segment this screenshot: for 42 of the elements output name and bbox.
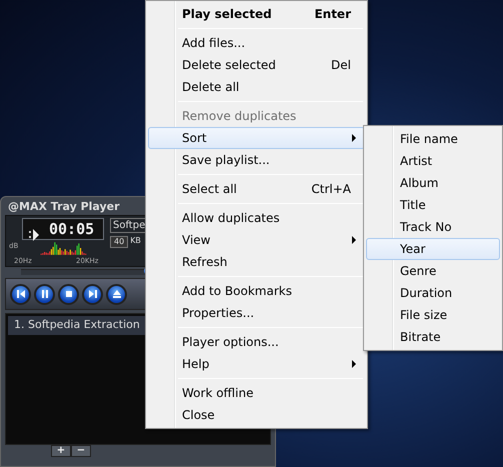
previous-icon [14,288,26,300]
menu-item[interactable]: Delete selected Del [148,54,365,76]
stop-button[interactable] [58,284,79,304]
menu-item[interactable]: Allow duplicates [148,207,365,229]
menu-item[interactable]: Delete all [148,76,365,98]
menu-item[interactable]: Add files... [148,32,365,54]
menu-item[interactable]: File name [366,128,500,150]
bitrate-value: 40 [110,236,128,248]
eject-icon [110,288,122,300]
menu-item[interactable]: Sort [148,127,365,149]
shortcut-text: Enter [314,6,352,23]
menu-item[interactable]: Work offline [148,382,365,404]
menu-item[interactable]: Help [148,353,365,375]
menu-item[interactable]: Album [366,172,500,194]
pause-button[interactable] [34,284,55,304]
next-icon [86,288,98,300]
shortcut-text: Del [331,57,352,74]
playlist-add-button[interactable]: + [51,445,71,457]
eject-button[interactable] [106,284,127,304]
previous-button[interactable] [10,284,31,304]
playlist-remove-button[interactable]: − [71,445,91,457]
menu-item[interactable]: View [148,229,365,251]
window-title: @MAX Tray Player [7,199,121,215]
menu-item[interactable]: Play selected Enter [148,3,365,25]
menu-item[interactable]: Bitrate [366,326,500,348]
menu-item[interactable]: Add to Bookmarks [148,280,365,302]
menu-item[interactable]: Artist [366,150,500,172]
bitrate-unit: KB [130,236,141,247]
shortcut-text: Ctrl+A [311,181,352,198]
time-text: 00:05 [49,220,94,238]
menu-item[interactable]: Save playlist... [148,149,365,171]
menu-item[interactable]: Close [148,404,365,426]
menu-item[interactable]: Track No [366,216,500,238]
next-button[interactable] [82,284,103,304]
menu-item[interactable]: File size [366,304,500,326]
menu-item[interactable]: Title [366,194,500,216]
menu-item[interactable]: Duration [366,282,500,304]
menu-item[interactable]: Refresh [148,251,365,273]
menu-item[interactable]: Genre [366,260,500,282]
menu-item[interactable]: Select all Ctrl+A [148,178,365,200]
menu-item[interactable]: Year [366,238,500,260]
play-indicator-icon [29,229,39,241]
